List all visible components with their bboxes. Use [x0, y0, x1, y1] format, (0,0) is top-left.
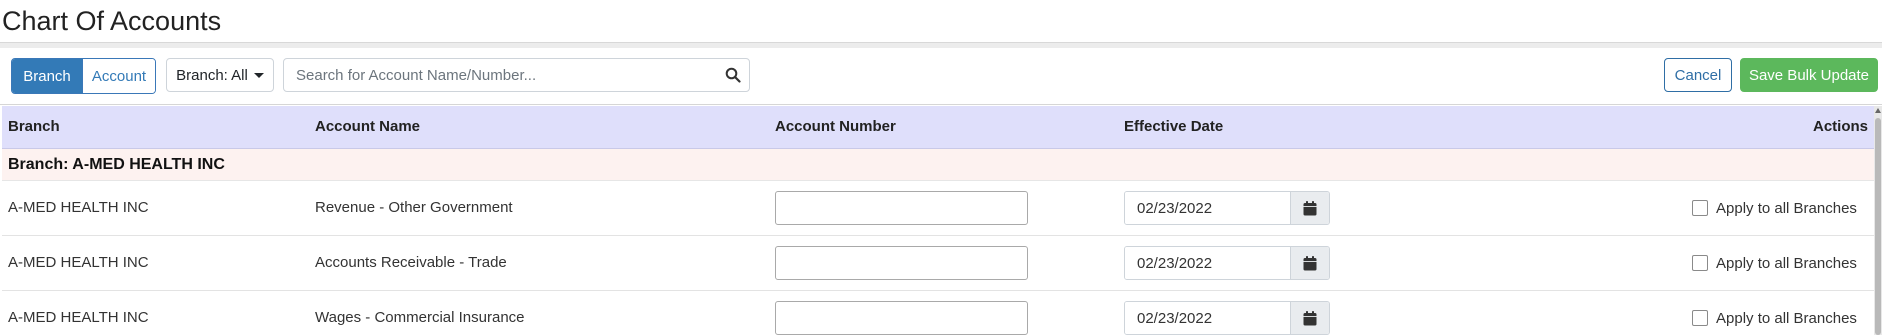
effective-date-input[interactable] [1125, 192, 1290, 224]
scrollbar-thumb[interactable] [1875, 118, 1881, 335]
cancel-button[interactable]: Cancel [1664, 58, 1732, 92]
effective-date-picker [1124, 191, 1330, 225]
account-name-cell: Revenue - Other Government [315, 199, 513, 216]
calendar-button[interactable] [1290, 192, 1329, 224]
header-account-name: Account Name [315, 118, 421, 135]
effective-date-picker [1124, 246, 1330, 280]
page-title: Chart Of Accounts [2, 6, 222, 36]
search-icon[interactable] [725, 67, 741, 83]
vertical-scrollbar[interactable] [1874, 106, 1882, 335]
scroll-up-arrow-icon[interactable] [1874, 106, 1882, 116]
accounts-table: Branch Account Name Account Number Effec… [0, 104, 1882, 335]
save-bulk-update-button[interactable]: Save Bulk Update [1740, 58, 1878, 92]
toolbar: Branch Account Branch: All Cancel Save B… [0, 48, 1882, 103]
table-row: A-MED HEALTH INC Accounts Receivable - T… [2, 236, 1874, 291]
header-actions: Actions [1812, 118, 1868, 135]
apply-all-label: Apply to all Branches [1716, 309, 1857, 327]
account-name-cell: Wages - Commercial Insurance [315, 309, 525, 326]
apply-all-checkbox[interactable] [1692, 200, 1708, 216]
account-number-input[interactable] [775, 246, 1028, 280]
table-row: A-MED HEALTH INC Wages - Commercial Insu… [2, 291, 1874, 335]
view-toggle: Branch Account [11, 58, 156, 94]
branch-view-button[interactable]: Branch [12, 59, 82, 93]
branch-filter-dropdown[interactable]: Branch: All [166, 58, 274, 92]
branch-cell: A-MED HEALTH INC [8, 199, 149, 216]
search-box [283, 58, 750, 92]
account-view-button[interactable]: Account [82, 59, 155, 93]
apply-all-label: Apply to all Branches [1716, 199, 1857, 217]
search-input[interactable] [284, 59, 728, 91]
apply-all-branches[interactable]: Apply to all Branches [1692, 181, 1857, 235]
caret-down-icon [253, 72, 264, 78]
branch-cell: A-MED HEALTH INC [8, 309, 149, 326]
account-number-input[interactable] [775, 301, 1028, 335]
apply-all-checkbox[interactable] [1692, 255, 1708, 271]
apply-all-branches[interactable]: Apply to all Branches [1692, 291, 1857, 335]
calendar-icon [1303, 200, 1317, 215]
apply-all-branches[interactable]: Apply to all Branches [1692, 236, 1857, 290]
apply-all-label: Apply to all Branches [1716, 254, 1857, 272]
account-number-input[interactable] [775, 191, 1028, 225]
effective-date-input[interactable] [1125, 247, 1290, 279]
table-row: A-MED HEALTH INC Revenue - Other Governm… [2, 181, 1874, 236]
group-row: Branch: A-MED HEALTH INC [2, 149, 1874, 181]
calendar-button[interactable] [1290, 302, 1329, 334]
header-account-number: Account Number [775, 118, 896, 135]
header-branch: Branch [8, 118, 60, 135]
branch-filter-label: Branch: All [176, 66, 248, 84]
apply-all-checkbox[interactable] [1692, 310, 1708, 326]
calendar-icon [1303, 255, 1317, 270]
effective-date-input[interactable] [1125, 302, 1290, 334]
header-effective-date: Effective Date [1124, 118, 1224, 135]
account-name-cell: Accounts Receivable - Trade [315, 254, 507, 271]
calendar-button[interactable] [1290, 247, 1329, 279]
branch-cell: A-MED HEALTH INC [8, 254, 149, 271]
group-label: Branch: A-MED HEALTH INC [8, 156, 225, 173]
table-header: Branch Account Name Account Number Effec… [2, 106, 1874, 149]
effective-date-picker [1124, 301, 1330, 335]
calendar-icon [1303, 310, 1317, 325]
